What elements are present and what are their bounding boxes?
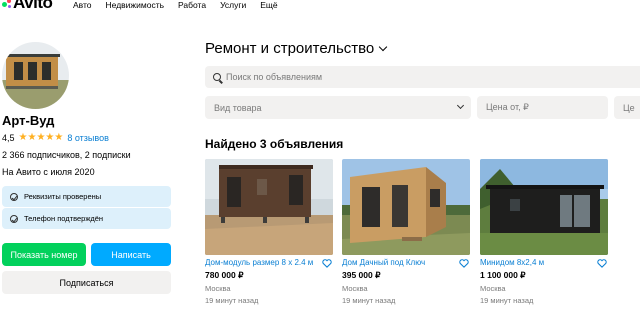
shop-avatar [2,42,69,109]
results-count: Найдено 3 объявления [205,137,344,151]
verification-label: Телефон подтверждён [24,214,104,223]
heart-icon[interactable] [322,259,332,268]
search-placeholder: Поиск по объявлениям [226,72,323,82]
reviews-link[interactable]: 8 отзывов [67,133,109,143]
check-circle-icon [10,214,18,223]
listing-time: 19 минут назад [205,296,259,305]
rating-row: 4,5 ★ ★ ★ ★ ★ 8 отзывов [2,133,109,144]
product-type-placeholder: Вид товара [214,102,262,113]
top-nav: Avito Авто Недвижимость Работа Услуги Ещ… [0,0,640,12]
product-type-select[interactable]: Вид товара [205,96,471,119]
category-title: Ремонт и строительство [205,40,375,57]
listing-title[interactable]: Минидом 8х2,4 м [480,258,544,267]
rating-value: 4,5 [2,133,15,143]
verification-label: Реквизиты проверены [24,192,102,201]
verification-requisites: Реквизиты проверены [2,186,171,207]
listing-card[interactable]: Дом-модуль размер 8 х 2.4 м 780 000 ₽ Мо… [205,159,333,305]
listing-time: 19 минут назад [342,296,396,305]
price-to-input[interactable]: Це [614,96,640,119]
listing-photo[interactable] [342,159,470,255]
nav-links: Авто Недвижимость Работа Услуги Ещё [73,0,292,10]
subscribe-button[interactable]: Подписаться [2,271,171,294]
nav-link-more[interactable]: Ещё [260,0,277,10]
check-circle-icon [10,192,18,201]
listing-time: 19 минут назад [480,296,534,305]
listing-photo[interactable] [480,159,608,255]
logo-text: Avito [13,0,53,12]
listing-photo[interactable] [205,159,333,255]
listing-title[interactable]: Дом-модуль размер 8 х 2.4 м [205,258,313,267]
shop-name: Арт-Вуд [2,113,55,128]
listing-price: 395 000 ₽ [342,270,381,280]
star-icon: ★ [36,132,46,143]
heart-icon[interactable] [459,259,469,268]
listing-card[interactable]: Дом Дачный под Ключ 395 000 ₽ Москва 19 … [342,159,470,305]
listing-city: Москва [480,284,506,293]
member-since: На Авито с июля 2020 [2,167,95,177]
heart-icon[interactable] [597,259,607,268]
search-input[interactable]: Поиск по объявлениям [205,66,640,88]
avito-logo[interactable]: Avito [2,0,53,12]
listing-price: 1 100 000 ₽ [480,270,526,280]
star-icon: ★ [45,132,55,143]
listing-city: Москва [205,284,231,293]
chevron-down-icon [379,42,388,52]
nav-link-services[interactable]: Услуги [220,0,246,10]
star-icon: ★ [27,132,37,143]
listing-card[interactable]: Минидом 8х2,4 м 1 100 000 ₽ Москва 19 ми… [480,159,608,305]
price-to-placeholder: Це [623,102,635,113]
chevron-down-icon [456,101,465,110]
nav-link-auto[interactable]: Авто [73,0,92,10]
listing-title[interactable]: Дом Дачный под Ключ [342,258,425,267]
nav-link-realty[interactable]: Недвижимость [106,0,164,10]
price-from-input[interactable]: Цена от, ₽ [477,96,608,119]
logo-dots-icon [2,0,12,9]
star-icon: ★ [18,132,28,143]
half-star-icon: ★ [54,132,64,143]
write-message-button[interactable]: Написать [91,243,171,266]
verification-phone: Телефон подтверждён [2,208,171,229]
subscribers-count: 2 366 подписчиков, 2 подписки [2,150,131,160]
listing-city: Москва [342,284,368,293]
category-dropdown[interactable]: Ремонт и строительство [205,40,388,57]
rating-stars: ★ ★ ★ ★ ★ [19,133,64,143]
nav-link-jobs[interactable]: Работа [178,0,206,10]
listing-price: 780 000 ₽ [205,270,244,280]
page: Avito Авто Недвижимость Работа Услуги Ещ… [0,0,640,323]
price-from-placeholder: Цена от, ₽ [486,102,529,112]
search-icon [213,73,221,81]
show-phone-button[interactable]: Показать номер [2,243,86,266]
